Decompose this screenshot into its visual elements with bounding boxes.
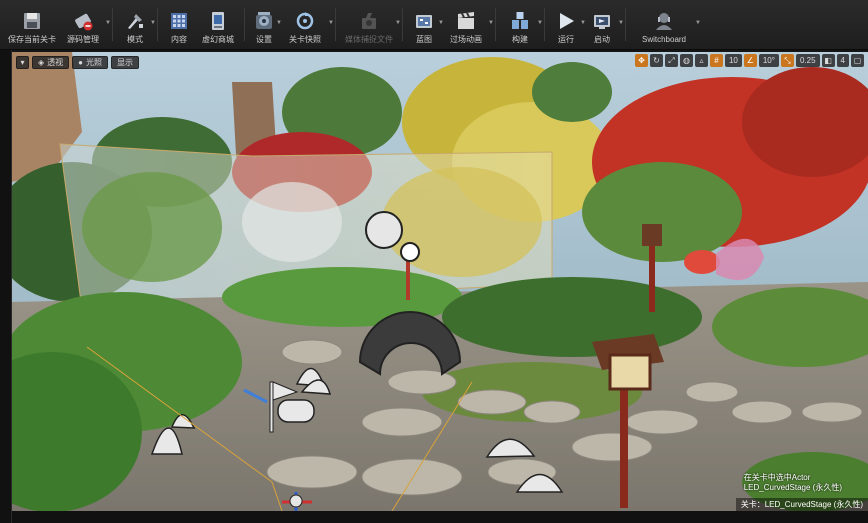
launch-button[interactable]: 启动 ▼	[583, 0, 624, 49]
source-control-label: 源码管理	[67, 35, 99, 44]
perspective-button[interactable]: ◈ 透视	[32, 56, 70, 69]
toolbar-divider	[112, 8, 113, 41]
save-current-level-button[interactable]: 保存当前关卡	[6, 0, 58, 49]
viewport-bottom-edge	[12, 511, 868, 523]
garden-scene-render	[12, 52, 868, 511]
level-viewport[interactable]: ▾ ◈ 透视 ● 光照 显示 ✥ ↻ ⤢ ◍ ▵ # 10 ∠ 10° ⤡ 0.25…	[12, 52, 868, 511]
chevron-down-icon: ▼	[150, 20, 156, 26]
scale-icon[interactable]: ⤢	[664, 54, 678, 67]
toolbar-divider	[544, 8, 545, 41]
selection-hint-line: 在关卡中选中Actor	[743, 473, 811, 482]
cinematics-icon	[458, 12, 474, 29]
blueprint-icon	[416, 15, 432, 28]
play-icon	[560, 13, 574, 29]
rotate-icon[interactable]: ↻	[649, 54, 663, 67]
play-button[interactable]: 运行 ▼	[549, 0, 586, 49]
rotation-snap-value[interactable]: 10°	[758, 54, 779, 67]
surface-snap-icon[interactable]: ▵	[694, 54, 708, 67]
chevron-down-icon: ▾	[20, 58, 25, 67]
chevron-down-icon: ▼	[537, 20, 543, 26]
toolbar-divider	[402, 8, 403, 41]
content-button[interactable]: 内容	[162, 0, 196, 49]
level-snapshot-icon	[296, 12, 314, 30]
chevron-down-icon: ▼	[618, 20, 624, 26]
blueprint-button[interactable]: 蓝图 ▼	[407, 0, 444, 49]
grid-snap-value[interactable]: 10	[724, 54, 742, 67]
camera-speed-value[interactable]: 4	[836, 54, 849, 67]
scale-snap-icon[interactable]: ⤡	[780, 54, 794, 67]
cinematics-label: 过场动画	[450, 35, 482, 44]
marketplace-icon	[212, 12, 224, 30]
viewport-right-controls: ✥ ↻ ⤢ ◍ ▵ # 10 ∠ 10° ⤡ 0.25 ◧ 4 ▢	[634, 54, 864, 67]
chevron-down-icon: ▼	[328, 20, 334, 26]
settings-label: 设置	[256, 35, 272, 44]
media-capture-button[interactable]: 媒体捕捉文件 ▼	[340, 0, 401, 49]
viewport-left-controls: ▾ ◈ 透视 ● 光照 显示	[16, 56, 139, 69]
toolbar-divider	[625, 8, 626, 41]
toolbar-divider	[244, 8, 245, 41]
show-label: 显示	[117, 58, 133, 67]
main-toolbar: 保存当前关卡 源码管理 ▼ 模式 ▼ 内容 虚幻商城 设置 ▼ 关卡快照 ▼ 媒…	[0, 0, 868, 50]
launch-label: 启动	[594, 35, 610, 44]
show-button[interactable]: 显示	[111, 56, 139, 69]
save-icon	[24, 13, 40, 29]
switchboard-label: Switchboard	[641, 35, 687, 44]
media-capture-label: 媒体捕捉文件	[345, 35, 393, 44]
camera-speed-icon[interactable]: ◧	[821, 54, 835, 67]
level-snapshot-button[interactable]: 关卡快照 ▼	[279, 0, 334, 49]
blueprint-label: 蓝图	[416, 35, 432, 44]
cinematics-button[interactable]: 过场动画 ▼	[441, 0, 494, 49]
perspective-label: 透视	[47, 58, 64, 67]
maximize-viewport-icon[interactable]: ▢	[851, 54, 864, 67]
chevron-down-icon: ▼	[695, 20, 701, 26]
play-label: 运行	[558, 35, 574, 44]
lit-mode-button[interactable]: ● 光照	[72, 56, 108, 69]
modes-button[interactable]: 模式 ▼	[117, 0, 156, 49]
viewport-options-button[interactable]: ▾	[16, 56, 29, 69]
chevron-down-icon: ▼	[105, 20, 111, 26]
world-local-icon[interactable]: ◍	[679, 54, 693, 67]
toolbar-divider	[495, 8, 496, 41]
source-control-button[interactable]: 源码管理 ▼	[58, 0, 111, 49]
build-button[interactable]: 构建 ▼	[500, 0, 543, 49]
toolbar-divider	[335, 8, 336, 41]
launch-icon	[594, 15, 610, 29]
current-level-label: 关卡：LED_CurvedStage (永久性)	[735, 498, 868, 511]
modes-label: 模式	[127, 35, 143, 44]
modes-icon	[128, 14, 143, 29]
build-label: 构建	[512, 35, 528, 44]
rotation-snap-icon[interactable]: ∠	[743, 54, 757, 67]
translate-icon[interactable]: ✥	[634, 54, 648, 67]
toolbar-divider	[157, 8, 158, 41]
marketplace-button[interactable]: 虚幻商城	[196, 0, 240, 49]
marketplace-label: 虚幻商城	[202, 35, 234, 44]
switchboard-button[interactable]: Switchboard ▼	[630, 0, 701, 49]
switchboard-icon	[656, 13, 672, 30]
content-icon	[171, 13, 187, 29]
build-icon	[512, 12, 528, 29]
chevron-down-icon: ▼	[395, 20, 401, 26]
settings-icon	[256, 12, 272, 29]
lit-label: 光照	[86, 58, 102, 67]
media-capture-icon	[362, 13, 376, 29]
perspective-cube-icon: ◈	[38, 58, 45, 67]
left-panel-edge	[0, 50, 12, 523]
content-label: 内容	[171, 35, 187, 44]
selection-actor-line: LED_CurvedStage (永久性)	[743, 483, 842, 492]
scale-snap-value[interactable]: 0.25	[795, 54, 820, 67]
source-control-icon	[75, 13, 93, 31]
settings-button[interactable]: 设置 ▼	[249, 0, 282, 49]
selection-overlay-text: 在关卡中选中Actor LED_CurvedStage (永久性)	[744, 473, 842, 493]
unreal-editor-window: 保存当前关卡 源码管理 ▼ 模式 ▼ 内容 虚幻商城 设置 ▼ 关卡快照 ▼ 媒…	[0, 0, 868, 523]
grid-snap-icon[interactable]: #	[709, 54, 723, 67]
save-current-level-label: 保存当前关卡	[8, 35, 56, 44]
chevron-down-icon: ▼	[488, 20, 494, 26]
level-snapshot-label: 关卡快照	[289, 35, 321, 44]
sphere-icon: ●	[78, 58, 83, 67]
